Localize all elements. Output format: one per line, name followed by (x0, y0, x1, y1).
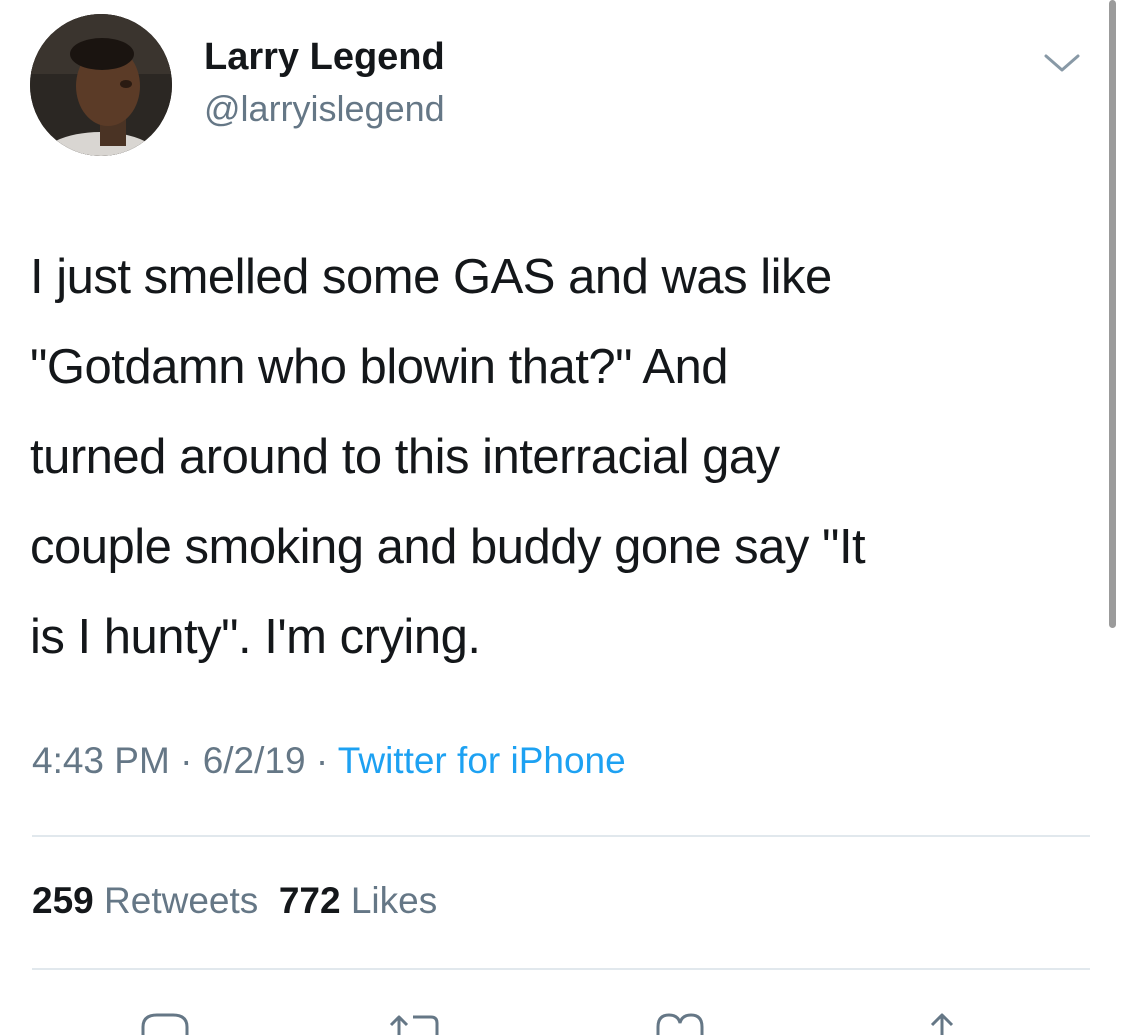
scrollbar[interactable] (1109, 0, 1116, 628)
meta-separator: · (315, 740, 329, 781)
tweet-text-line: "Gotdamn who blowin that?" And (30, 340, 729, 394)
user-handle[interactable]: @larryislegend (204, 88, 445, 130)
chevron-down-icon[interactable] (1040, 48, 1084, 78)
divider (32, 835, 1090, 837)
tweet-source-link[interactable]: Twitter for iPhone (338, 740, 626, 781)
tweet-text-line: is I hunty". I'm crying. (30, 610, 481, 664)
tweet-date: 6/2/19 (202, 740, 306, 781)
divider (32, 968, 1090, 970)
likes-stat[interactable]: 772 Likes (279, 880, 437, 921)
avatar[interactable] (30, 14, 172, 156)
tweet-meta: 4:43 PM · 6/2/19 · Twitter for iPhone (32, 740, 626, 782)
tweet-time: 4:43 PM (32, 740, 170, 781)
tweet-text-line: I just smelled some GAS and was like (30, 250, 832, 304)
retweets-count: 259 (32, 880, 94, 921)
likes-count: 772 (278, 880, 341, 921)
retweets-label: Retweets (104, 880, 259, 921)
likes-label: Likes (350, 880, 438, 921)
retweets-stat[interactable]: 259 Retweets (32, 880, 258, 921)
tweet-text-line: turned around to this interracial gay (30, 430, 780, 484)
tweet-text: I just smelled some GAS and was like "Go… (30, 232, 1080, 682)
tweet-stats: 259 Retweets 772 Likes (32, 880, 437, 922)
tweet-text-line: couple smoking and buddy gone say "It (30, 520, 866, 574)
avatar-image (30, 14, 172, 156)
meta-separator: · (180, 740, 193, 781)
display-name[interactable]: Larry Legend (204, 36, 445, 79)
